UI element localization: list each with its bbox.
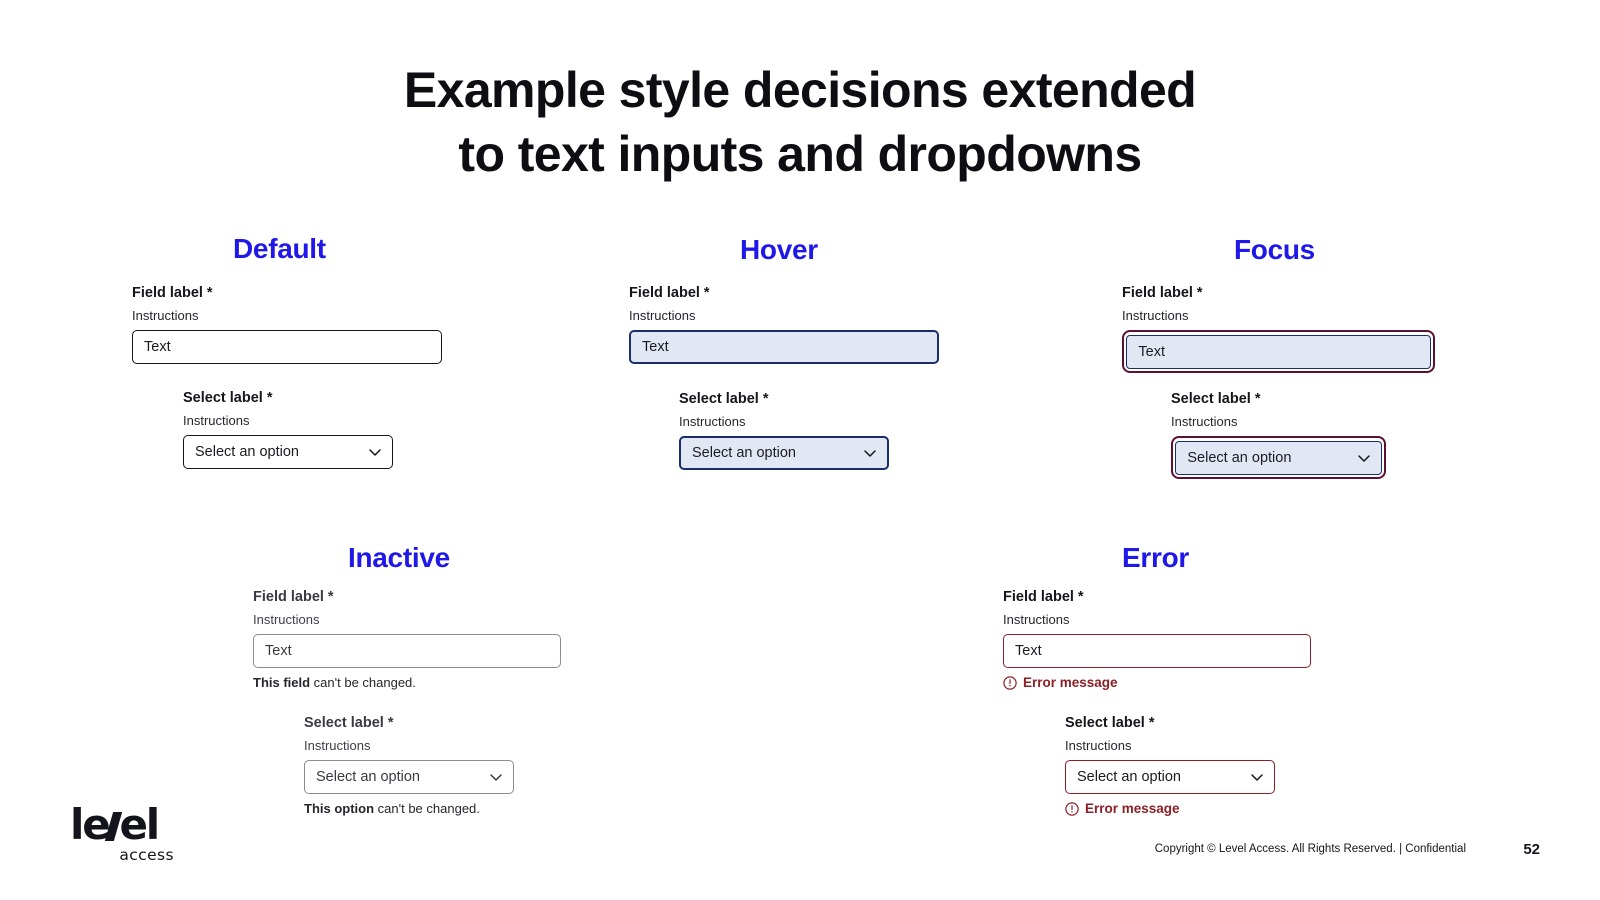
select-instructions: Instructions [304, 737, 371, 753]
select-label: Select label * [304, 715, 394, 731]
select-instructions: Instructions [1065, 737, 1132, 753]
title-line-1: Example style decisions extended [403, 62, 1197, 118]
field-instructions: Instructions [1003, 611, 1070, 627]
section-heading-default: Default [233, 233, 326, 264]
select-instructions: Instructions [679, 413, 746, 429]
section-heading-hover: Hover [740, 234, 818, 265]
field-group-hover-text: Field label * Instructions Text [629, 284, 939, 365]
chevron-down-icon [1356, 450, 1372, 466]
text-input-value: Text [144, 339, 171, 356]
focus-ring: Select an option [1171, 436, 1386, 479]
text-input-value: Text [265, 643, 292, 660]
error-message-select-field: Error message [1065, 802, 1275, 816]
slide-canvas: Example style decisions extended to text… [0, 0, 1600, 900]
field-instructions: Instructions [132, 307, 199, 323]
field-instructions: Instructions [1122, 307, 1189, 323]
error-message-label: Error message [1085, 801, 1180, 817]
section-heading-error: Error [1122, 542, 1189, 573]
field-group-error-select: Select label * Instructions Select an op… [1065, 714, 1275, 816]
select-value: Select an option [692, 445, 796, 462]
helper-rest: can't be changed. [310, 675, 416, 691]
chevron-down-icon [488, 769, 504, 785]
select-value: Select an option [1077, 769, 1181, 786]
helper-rest: can't be changed. [374, 801, 480, 817]
footer-copyright: Copyright © Level Access. All Rights Res… [1154, 843, 1466, 855]
logo-text-part1: le [70, 800, 111, 849]
exclamation-circle-icon [1065, 802, 1079, 816]
select-error[interactable]: Select an option [1065, 760, 1275, 795]
field-group-inactive-text: Field label * Instructions Text This fie… [253, 588, 561, 692]
text-input-inactive: Text [253, 634, 561, 669]
field-label: Field label * [629, 285, 710, 301]
section-heading-inactive: Inactive [348, 542, 450, 573]
field-label: Field label * [132, 285, 213, 301]
chevron-down-icon [1249, 769, 1265, 785]
field-group-default-select: Select label * Instructions Select an op… [183, 389, 393, 470]
field-label: Field label * [1122, 285, 1203, 301]
select-focus[interactable]: Select an option [1175, 440, 1382, 475]
helper-bold: This option [304, 801, 375, 817]
exclamation-circle-icon [1003, 676, 1017, 690]
field-group-hover-select: Select label * Instructions Select an op… [679, 390, 889, 471]
text-input-error[interactable]: Text [1003, 634, 1311, 669]
section-heading-focus: Focus [1234, 234, 1315, 265]
inactive-text-helper: This field can't be changed. [253, 675, 561, 692]
text-input-default[interactable]: Text [132, 330, 442, 365]
text-input-hover[interactable]: Text [629, 330, 939, 365]
field-label: Field label * [1003, 589, 1084, 605]
select-label: Select label * [1171, 391, 1261, 407]
field-group-focus-select: Select label * Instructions Select an op… [1171, 390, 1386, 479]
select-label: Select label * [183, 390, 273, 406]
select-instructions: Instructions [183, 412, 250, 428]
field-group-default-text: Field label * Instructions Text [132, 284, 442, 365]
select-hover[interactable]: Select an option [679, 436, 889, 471]
focus-ring: Text [1122, 330, 1435, 373]
inactive-select-helper: This option can't be changed. [304, 801, 514, 818]
error-message-label: Error message [1023, 675, 1118, 691]
title-line-2: to text inputs and dropdowns [458, 126, 1142, 182]
field-group-inactive-select: Select label * Instructions Select an op… [304, 714, 514, 818]
field-label: Field label * [253, 589, 334, 605]
text-input-value: Text [1015, 643, 1042, 660]
select-value: Select an option [1187, 449, 1292, 466]
text-input-value: Text [1138, 343, 1165, 360]
select-value: Select an option [316, 769, 420, 786]
field-group-focus-text: Field label * Instructions Text [1122, 284, 1435, 373]
field-instructions: Instructions [629, 307, 696, 323]
select-label: Select label * [679, 391, 769, 407]
text-input-focus[interactable]: Text [1126, 334, 1431, 369]
field-group-error-text: Field label * Instructions Text Error me… [1003, 588, 1311, 690]
logo-text-part2: el [119, 800, 160, 849]
select-default[interactable]: Select an option [183, 435, 393, 470]
text-input-value: Text [642, 339, 669, 356]
select-label: Select label * [1065, 715, 1155, 731]
select-instructions: Instructions [1171, 413, 1238, 429]
error-message-text-field: Error message [1003, 676, 1311, 690]
helper-bold: This field [253, 675, 311, 691]
select-value: Select an option [195, 444, 299, 461]
page-title: Example style decisions extended to text… [0, 58, 1600, 186]
chevron-down-icon [367, 444, 383, 460]
footer-page-number: 52 [1523, 841, 1540, 858]
field-instructions: Instructions [253, 611, 320, 627]
select-inactive: Select an option [304, 760, 514, 795]
logo-wordmark: le el [70, 804, 174, 846]
chevron-down-icon [862, 445, 878, 461]
level-access-logo: le el access [70, 804, 174, 864]
